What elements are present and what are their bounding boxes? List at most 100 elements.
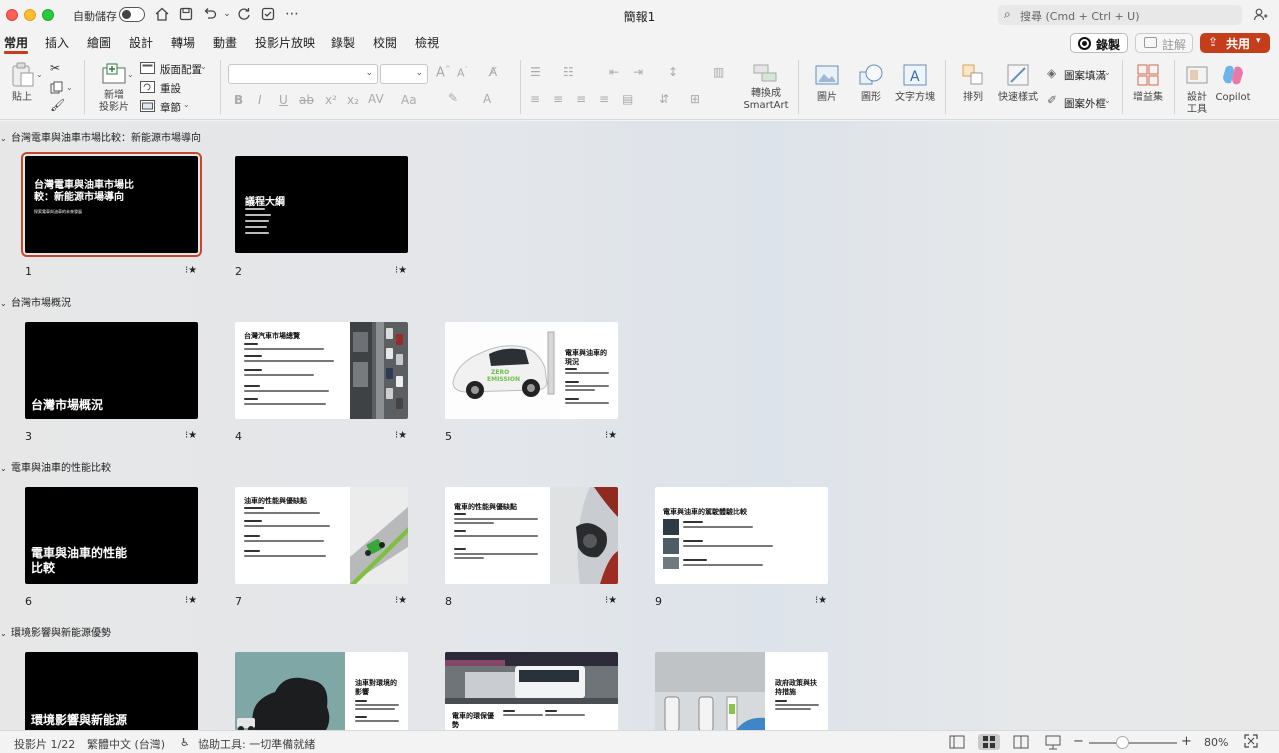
designer-button[interactable]: 設計 工具 — [1180, 62, 1214, 116]
accessibility-status[interactable]: 協助工具: 一切準備就緒 — [198, 736, 315, 752]
align-center-icon[interactable]: ≡ — [553, 93, 563, 105]
reset-button[interactable]: 重設 — [160, 81, 181, 96]
superscript-icon[interactable]: x² — [325, 94, 337, 106]
share-button[interactable]: ⇪ 共用 ▾ — [1200, 33, 1270, 53]
tab-home[interactable]: 常用 — [4, 34, 28, 51]
subscript-icon[interactable]: x₂ — [347, 94, 359, 106]
textbox-button[interactable]: A 文字方塊 — [893, 62, 937, 104]
highlight-icon[interactable]: ✎ — [448, 92, 458, 104]
addins-button[interactable]: 增益集 — [1128, 62, 1168, 104]
convert-smartart-button[interactable]: 轉換成 SmartArt — [742, 62, 790, 112]
section-header-4[interactable]: ⌄ 環境影響與新能源優勢 — [0, 624, 111, 639]
undo-icon[interactable] — [202, 6, 218, 22]
section-dropdown-icon[interactable]: ⌄ — [183, 101, 190, 109]
columns-icon[interactable]: ▥ — [713, 66, 724, 78]
distributed-icon[interactable]: ▤ — [622, 93, 633, 105]
tab-insert[interactable]: 插入 — [45, 34, 69, 51]
paste-dropdown-icon[interactable]: ⌄ — [36, 71, 43, 79]
clear-formatting-icon[interactable]: A̸ — [489, 66, 497, 78]
minimize-window-button[interactable] — [24, 9, 36, 21]
zoom-slider-handle[interactable] — [1116, 736, 1129, 749]
decrease-indent-icon[interactable]: ⇤ — [609, 66, 619, 78]
checklist-icon[interactable] — [260, 6, 276, 22]
layout-dropdown-icon[interactable]: ⌄ — [200, 63, 207, 71]
close-window-button[interactable] — [6, 9, 18, 21]
comments-button[interactable]: 註解 — [1135, 33, 1193, 53]
paste-button[interactable]: 貼上 — [5, 62, 39, 104]
align-right-icon[interactable]: ≡ — [576, 93, 586, 105]
copy-icon[interactable] — [50, 81, 63, 96]
shape-outline-dropdown-icon[interactable]: ⌄ — [1104, 97, 1111, 105]
slide-thumbnail-11[interactable]: 油車對環境的 影響 — [235, 652, 408, 730]
record-button[interactable]: 錄製 — [1070, 33, 1128, 53]
justify-icon[interactable]: ≡ — [599, 93, 609, 105]
numbering-icon[interactable]: ☷ — [563, 66, 574, 78]
zoom-out-icon[interactable]: − — [1073, 734, 1084, 749]
normal-view-button[interactable] — [946, 734, 968, 750]
font-name-select[interactable]: ⌄ — [228, 64, 378, 84]
undo-dropdown-icon[interactable]: ⌄ — [219, 6, 235, 22]
line-spacing-icon[interactable]: ↕ — [668, 66, 678, 78]
slide-thumbnail-3[interactable]: 台灣市場概況 — [25, 322, 198, 419]
redo-icon[interactable] — [236, 6, 252, 22]
reading-view-button[interactable] — [1010, 734, 1032, 750]
zoom-slider[interactable] — [1089, 742, 1177, 744]
language-status[interactable]: 繁體中文 (台灣) — [87, 736, 165, 752]
zoom-in-icon[interactable]: + — [1181, 734, 1192, 749]
slide-thumbnail-6[interactable]: 電車與油車的性能 比較 — [25, 487, 198, 584]
slide-thumbnail-8[interactable]: 電車的性能與優缺點 — [445, 487, 618, 584]
increase-indent-icon[interactable]: ⇥ — [633, 66, 643, 78]
strikethrough-icon[interactable]: ab — [299, 94, 314, 106]
section-button[interactable]: 章節 — [160, 100, 181, 115]
tab-design[interactable]: 設計 — [129, 34, 153, 51]
tab-animations[interactable]: 動畫 — [213, 34, 237, 51]
slideshow-view-button[interactable] — [1042, 734, 1064, 750]
section-header-3[interactable]: ⌄ 電車與油車的性能比較 — [0, 459, 111, 474]
font-size-select[interactable]: ⌄ — [380, 64, 428, 84]
shape-fill-button[interactable]: 圖案填滿 — [1064, 68, 1106, 83]
tab-draw[interactable]: 繪圖 — [87, 34, 111, 51]
tab-record[interactable]: 錄製 — [331, 34, 355, 51]
slide-sorter-view-button[interactable] — [978, 734, 1000, 750]
cut-icon[interactable]: ✂ — [50, 62, 60, 74]
quick-styles-button[interactable]: 快速樣式 — [996, 62, 1040, 104]
autosave-toggle[interactable] — [119, 7, 145, 22]
more-options-icon[interactable]: ⋯ — [284, 6, 300, 22]
copilot-button[interactable]: Copilot — [1214, 62, 1252, 104]
share-people-icon[interactable] — [1253, 7, 1269, 23]
section-header-1[interactable]: ⌄ 台灣電車與油車市場比較：新能源市場導向 — [0, 129, 201, 144]
slide-thumbnail-10[interactable]: 環境影響與新能源 — [25, 652, 198, 730]
slide-thumbnail-7[interactable]: 油車的性能與優缺點 — [235, 487, 408, 584]
slide-thumbnail-1[interactable]: 台灣電車與油車市場比 較：新能源市場導向 探索電車與油車的未來發展 — [21, 152, 202, 257]
home-icon[interactable] — [154, 6, 170, 22]
zoom-level[interactable]: 80% — [1204, 736, 1228, 749]
bold-icon[interactable]: B — [234, 94, 243, 106]
search-box[interactable]: ⌕ 搜尋 (Cmd + Ctrl + U) — [998, 5, 1242, 25]
tab-review[interactable]: 校閱 — [373, 34, 397, 51]
arrange-button[interactable]: 排列 — [953, 62, 993, 104]
character-spacing-icon[interactable]: AV — [368, 93, 384, 105]
italic-icon[interactable]: I — [258, 94, 262, 106]
bullets-icon[interactable]: ☰ — [530, 66, 541, 78]
tab-slideshow[interactable]: 投影片放映 — [255, 34, 315, 51]
slide-thumbnail-12[interactable]: 電車的環保優 勢 — [445, 652, 618, 730]
new-slide-dropdown-icon[interactable]: ⌄ — [127, 71, 134, 79]
underline-icon[interactable]: U — [279, 94, 288, 106]
shrink-font-icon[interactable]: Aˇ — [457, 67, 468, 79]
slide-thumbnail-2[interactable]: 議程大綱 — [235, 156, 408, 253]
shape-fill-dropdown-icon[interactable]: ⌄ — [1104, 69, 1111, 77]
section-header-2[interactable]: ⌄ 台灣市場概況 — [0, 294, 71, 309]
picture-button[interactable]: 圖片 — [806, 62, 848, 104]
align-left-icon[interactable]: ≡ — [530, 93, 540, 105]
slide-thumbnail-4[interactable]: 台灣汽車市場總覽 — [235, 322, 408, 419]
shape-outline-button[interactable]: 圖案外框 — [1064, 96, 1106, 111]
shapes-button[interactable]: 圖形 — [850, 62, 892, 104]
slide-thumbnail-5[interactable]: ZERO EMISSION 電車與油車的 現況 — [445, 322, 618, 419]
slide-thumbnail-13[interactable]: 政府政策與扶 持措施 — [655, 652, 828, 730]
grow-font-icon[interactable]: A^ — [436, 66, 451, 80]
fit-to-window-icon[interactable] — [1244, 734, 1258, 751]
copy-dropdown-icon[interactable]: ⌄ — [66, 84, 73, 92]
font-color-icon[interactable]: A — [483, 93, 491, 105]
format-painter-icon[interactable]: 🖌 — [50, 99, 65, 111]
tab-transitions[interactable]: 轉場 — [171, 34, 195, 51]
